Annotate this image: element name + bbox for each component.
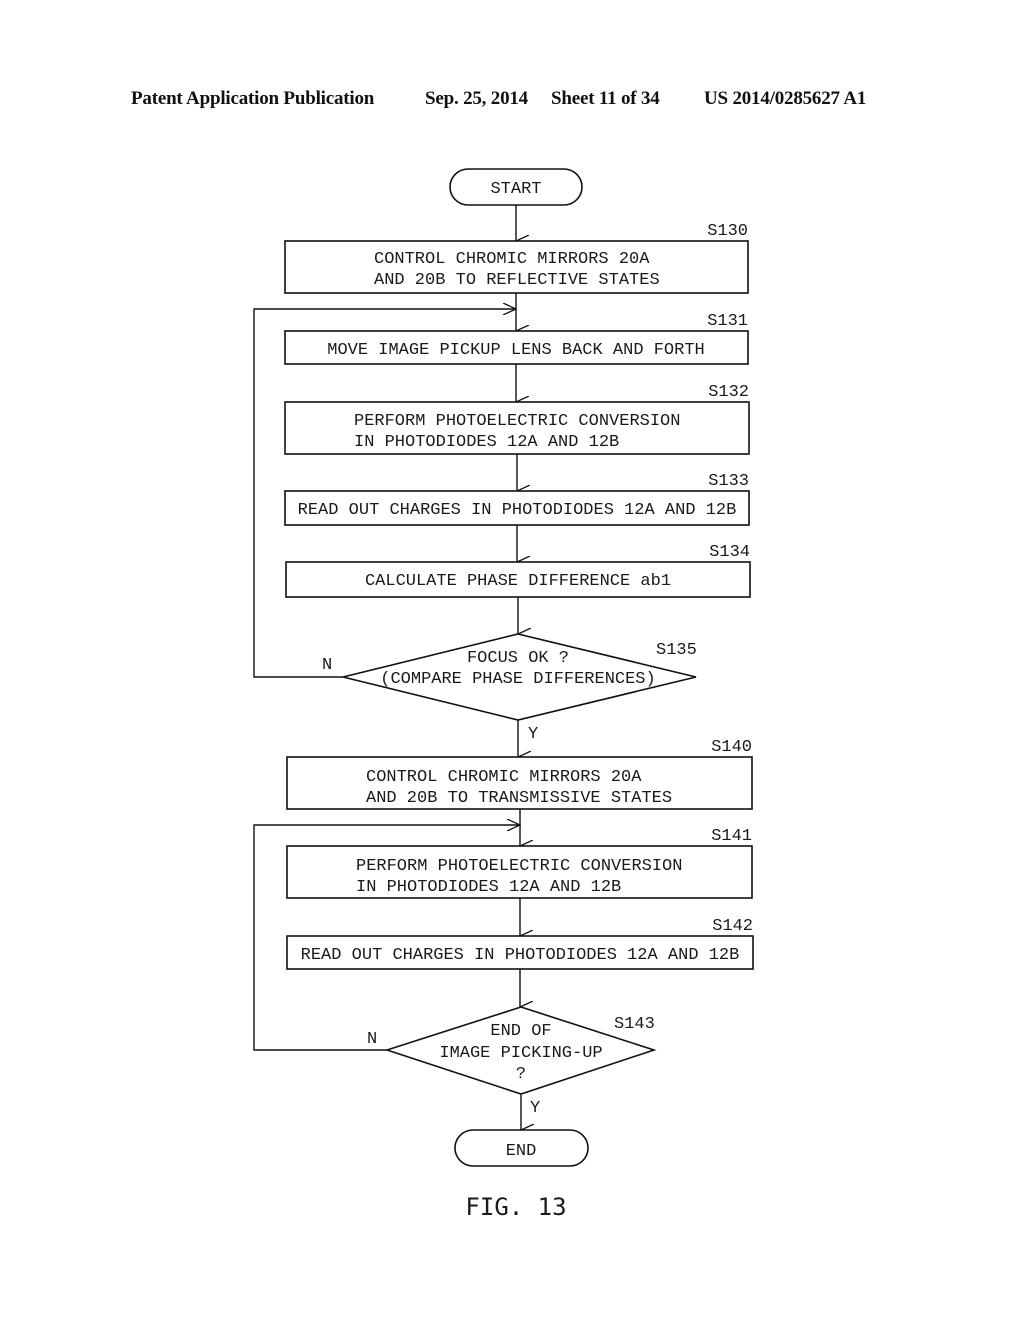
start-terminal: START [449, 168, 583, 206]
s141-line-2: IN PHOTODIODES 12A AND 12B [356, 878, 621, 897]
s135-step-id: S135 [656, 641, 697, 660]
s140-line-1: CONTROL CHROMIC MIRRORS 20A [366, 768, 642, 787]
s143-yes-label: Y [530, 1099, 540, 1118]
s132-line-2: IN PHOTODIODES 12A AND 12B [354, 433, 619, 452]
s141-step-id: S141 [711, 827, 752, 846]
s130-line-1: CONTROL CHROMIC MIRRORS 20A [374, 250, 650, 269]
s133-step-id: S133 [708, 472, 749, 491]
flowchart: START CONTROL CHROMIC MIRRORS 20A AND 20… [253, 168, 754, 1221]
s134-step-id: S134 [709, 543, 750, 562]
s135-yes-label: Y [528, 725, 538, 744]
s130-line-2: AND 20B TO REFLECTIVE STATES [374, 271, 660, 290]
s142-label: READ OUT CHARGES IN PHOTODIODES 12A AND … [301, 946, 740, 965]
s143-line-2: IMAGE PICKING-UP [439, 1044, 602, 1063]
s132-line-1: PERFORM PHOTOELECTRIC CONVERSION [354, 412, 680, 431]
start-label: START [490, 180, 541, 199]
s140-step-id: S140 [711, 738, 752, 757]
s134-label: CALCULATE PHASE DIFFERENCE ab1 [365, 572, 671, 591]
s130-step-id: S130 [707, 222, 748, 241]
s143-line-1: END OF [490, 1022, 551, 1041]
s132-step-id: S132 [708, 383, 749, 402]
s135-no-label: N [322, 656, 332, 675]
step-s140: CONTROL CHROMIC MIRRORS 20A AND 20B TO T… [286, 738, 753, 810]
s135-line-1: FOCUS OK ? [467, 649, 569, 668]
s141-line-1: PERFORM PHOTOELECTRIC CONVERSION [356, 857, 682, 876]
s131-label: MOVE IMAGE PICKUP LENS BACK AND FORTH [327, 341, 704, 360]
s133-label: READ OUT CHARGES IN PHOTODIODES 12A AND … [298, 501, 737, 520]
s143-step-id: S143 [614, 1015, 655, 1034]
s143-line-3: ? [516, 1065, 526, 1084]
end-terminal: END [454, 1129, 589, 1167]
decision-s135: FOCUS OK ? (COMPARE PHASE DIFFERENCES) S… [322, 633, 697, 744]
s140-line-2: AND 20B TO TRANSMISSIVE STATES [366, 789, 672, 808]
figure-label: FIG. 13 [465, 1193, 566, 1221]
decision-s143: END OF IMAGE PICKING-UP ? S143 N Y [367, 1006, 657, 1118]
step-s134: CALCULATE PHASE DIFFERENCE ab1 S134 [285, 543, 751, 598]
s131-step-id: S131 [707, 312, 748, 331]
end-label: END [506, 1142, 537, 1161]
s142-step-id: S142 [712, 917, 753, 936]
s143-no-label: N [367, 1030, 377, 1049]
s135-line-2: (COMPARE PHASE DIFFERENCES) [380, 670, 655, 689]
step-s132: PERFORM PHOTOELECTRIC CONVERSION IN PHOT… [284, 383, 750, 455]
